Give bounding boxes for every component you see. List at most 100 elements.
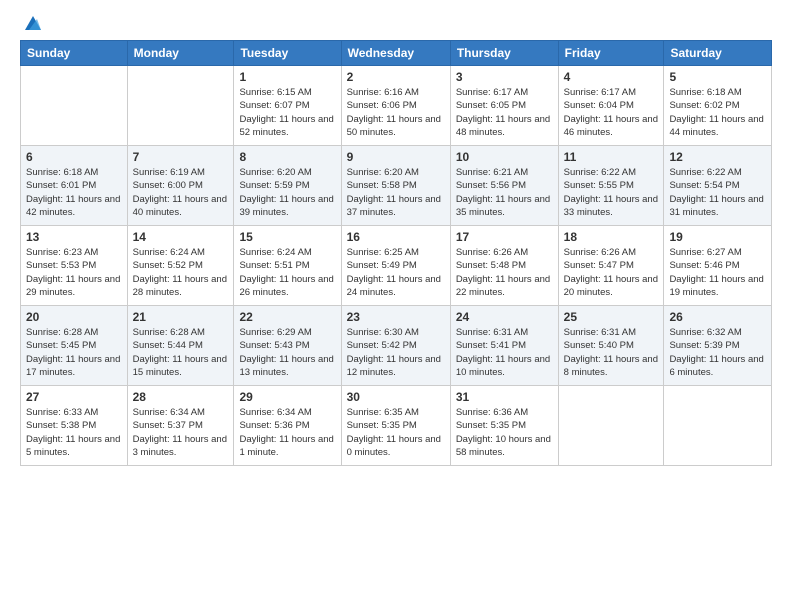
week-row-4: 20Sunrise: 6:28 AMSunset: 5:45 PMDayligh… bbox=[21, 306, 772, 386]
calendar-cell: 13 Sunrise: 6:23 AMSunset: 5:53 PMDayligh… bbox=[21, 226, 128, 306]
day-number: 6 bbox=[26, 150, 122, 164]
calendar-cell: 15 Sunrise: 6:24 AMSunset: 5:51 PMDayligh… bbox=[234, 226, 341, 306]
day-info: Sunrise: 6:35 AMSunset: 5:35 PMDaylight:… bbox=[347, 406, 445, 459]
calendar-cell: 14 Sunrise: 6:24 AMSunset: 5:52 PMDayligh… bbox=[127, 226, 234, 306]
day-number: 10 bbox=[456, 150, 553, 164]
day-number: 27 bbox=[26, 390, 122, 404]
day-info: Sunrise: 6:23 AMSunset: 5:53 PMDaylight:… bbox=[26, 246, 122, 299]
calendar-cell: 2 Sunrise: 6:16 AMSunset: 6:06 PMDaylight… bbox=[341, 66, 450, 146]
day-info: Sunrise: 6:17 AMSunset: 6:04 PMDaylight:… bbox=[564, 86, 659, 139]
calendar-cell: 27Sunrise: 6:33 AMSunset: 5:38 PMDayligh… bbox=[21, 386, 128, 466]
day-info: Sunrise: 6:26 AMSunset: 5:47 PMDaylight:… bbox=[564, 246, 659, 299]
calendar-cell: 6Sunrise: 6:18 AMSunset: 6:01 PMDaylight… bbox=[21, 146, 128, 226]
day-info: Sunrise: 6:22 AMSunset: 5:54 PMDaylight:… bbox=[669, 166, 766, 219]
calendar-cell: 16Sunrise: 6:25 AMSunset: 5:49 PMDayligh… bbox=[341, 226, 450, 306]
calendar-cell: 25 Sunrise: 6:31 AMSunset: 5:40 PMDayligh… bbox=[558, 306, 664, 386]
calendar-cell: 4 Sunrise: 6:17 AMSunset: 6:04 PMDaylight… bbox=[558, 66, 664, 146]
calendar-cell: 30 Sunrise: 6:35 AMSunset: 5:35 PMDayligh… bbox=[341, 386, 450, 466]
day-number: 7 bbox=[133, 150, 229, 164]
day-number: 12 bbox=[669, 150, 766, 164]
day-info: Sunrise: 6:16 AMSunset: 6:06 PMDaylight:… bbox=[347, 86, 445, 139]
calendar-cell: 29 Sunrise: 6:34 AMSunset: 5:36 PMDayligh… bbox=[234, 386, 341, 466]
weekday-header-thursday: Thursday bbox=[450, 41, 558, 66]
day-number: 24 bbox=[456, 310, 553, 324]
day-info: Sunrise: 6:27 AMSunset: 5:46 PMDaylight:… bbox=[669, 246, 766, 299]
day-info: Sunrise: 6:34 AMSunset: 5:36 PMDaylight:… bbox=[239, 406, 335, 459]
day-number: 25 bbox=[564, 310, 659, 324]
day-number: 31 bbox=[456, 390, 553, 404]
day-number: 11 bbox=[564, 150, 659, 164]
day-info: Sunrise: 6:36 AMSunset: 5:35 PMDaylight:… bbox=[456, 406, 553, 459]
day-info: Sunrise: 6:32 AMSunset: 5:39 PMDaylight:… bbox=[669, 326, 766, 379]
calendar-cell: 24 Sunrise: 6:31 AMSunset: 5:41 PMDayligh… bbox=[450, 306, 558, 386]
calendar-cell: 22 Sunrise: 6:29 AMSunset: 5:43 PMDayligh… bbox=[234, 306, 341, 386]
day-info: Sunrise: 6:15 AMSunset: 6:07 PMDaylight:… bbox=[239, 86, 335, 139]
day-number: 15 bbox=[239, 230, 335, 244]
day-number: 22 bbox=[239, 310, 335, 324]
calendar-cell bbox=[21, 66, 128, 146]
day-info: Sunrise: 6:24 AMSunset: 5:52 PMDaylight:… bbox=[133, 246, 229, 299]
day-info: Sunrise: 6:19 AMSunset: 6:00 PMDaylight:… bbox=[133, 166, 229, 219]
day-number: 17 bbox=[456, 230, 553, 244]
week-row-5: 27Sunrise: 6:33 AMSunset: 5:38 PMDayligh… bbox=[21, 386, 772, 466]
calendar-cell: 19 Sunrise: 6:27 AMSunset: 5:46 PMDayligh… bbox=[664, 226, 772, 306]
logo-icon bbox=[23, 14, 41, 32]
week-row-3: 13 Sunrise: 6:23 AMSunset: 5:53 PMDayligh… bbox=[21, 226, 772, 306]
day-info: Sunrise: 6:17 AMSunset: 6:05 PMDaylight:… bbox=[456, 86, 553, 139]
calendar-cell: 3Sunrise: 6:17 AMSunset: 6:05 PMDaylight… bbox=[450, 66, 558, 146]
day-info: Sunrise: 6:24 AMSunset: 5:51 PMDaylight:… bbox=[239, 246, 335, 299]
calendar-cell bbox=[664, 386, 772, 466]
weekday-header-sunday: Sunday bbox=[21, 41, 128, 66]
day-info: Sunrise: 6:31 AMSunset: 5:40 PMDaylight:… bbox=[564, 326, 659, 379]
calendar-cell: 12 Sunrise: 6:22 AMSunset: 5:54 PMDayligh… bbox=[664, 146, 772, 226]
calendar-cell: 10 Sunrise: 6:21 AMSunset: 5:56 PMDayligh… bbox=[450, 146, 558, 226]
calendar-cell bbox=[127, 66, 234, 146]
day-number: 1 bbox=[239, 70, 335, 84]
calendar-cell: 17Sunrise: 6:26 AMSunset: 5:48 PMDayligh… bbox=[450, 226, 558, 306]
day-number: 18 bbox=[564, 230, 659, 244]
day-number: 19 bbox=[669, 230, 766, 244]
day-info: Sunrise: 6:20 AMSunset: 5:59 PMDaylight:… bbox=[239, 166, 335, 219]
day-number: 28 bbox=[133, 390, 229, 404]
day-info: Sunrise: 6:28 AMSunset: 5:44 PMDaylight:… bbox=[133, 326, 229, 379]
day-number: 5 bbox=[669, 70, 766, 84]
day-number: 30 bbox=[347, 390, 445, 404]
day-number: 14 bbox=[133, 230, 229, 244]
page: SundayMondayTuesdayWednesdayThursdayFrid… bbox=[0, 0, 792, 612]
header bbox=[20, 16, 772, 32]
logo bbox=[20, 16, 41, 32]
weekday-header-friday: Friday bbox=[558, 41, 664, 66]
calendar-cell: 26Sunrise: 6:32 AMSunset: 5:39 PMDayligh… bbox=[664, 306, 772, 386]
day-info: Sunrise: 6:34 AMSunset: 5:37 PMDaylight:… bbox=[133, 406, 229, 459]
week-row-2: 6Sunrise: 6:18 AMSunset: 6:01 PMDaylight… bbox=[21, 146, 772, 226]
day-info: Sunrise: 6:29 AMSunset: 5:43 PMDaylight:… bbox=[239, 326, 335, 379]
calendar-cell: 23Sunrise: 6:30 AMSunset: 5:42 PMDayligh… bbox=[341, 306, 450, 386]
day-info: Sunrise: 6:31 AMSunset: 5:41 PMDaylight:… bbox=[456, 326, 553, 379]
day-info: Sunrise: 6:21 AMSunset: 5:56 PMDaylight:… bbox=[456, 166, 553, 219]
day-info: Sunrise: 6:22 AMSunset: 5:55 PMDaylight:… bbox=[564, 166, 659, 219]
day-info: Sunrise: 6:18 AMSunset: 6:02 PMDaylight:… bbox=[669, 86, 766, 139]
calendar-table: SundayMondayTuesdayWednesdayThursdayFrid… bbox=[20, 40, 772, 466]
day-number: 29 bbox=[239, 390, 335, 404]
weekday-header-monday: Monday bbox=[127, 41, 234, 66]
day-number: 9 bbox=[347, 150, 445, 164]
calendar-cell bbox=[558, 386, 664, 466]
day-number: 16 bbox=[347, 230, 445, 244]
weekday-header-wednesday: Wednesday bbox=[341, 41, 450, 66]
day-number: 13 bbox=[26, 230, 122, 244]
day-info: Sunrise: 6:20 AMSunset: 5:58 PMDaylight:… bbox=[347, 166, 445, 219]
day-number: 2 bbox=[347, 70, 445, 84]
weekday-header-row: SundayMondayTuesdayWednesdayThursdayFrid… bbox=[21, 41, 772, 66]
calendar-cell: 1 Sunrise: 6:15 AMSunset: 6:07 PMDaylight… bbox=[234, 66, 341, 146]
calendar-cell: 21 Sunrise: 6:28 AMSunset: 5:44 PMDayligh… bbox=[127, 306, 234, 386]
weekday-header-saturday: Saturday bbox=[664, 41, 772, 66]
day-number: 4 bbox=[564, 70, 659, 84]
day-number: 20 bbox=[26, 310, 122, 324]
calendar-cell: 31 Sunrise: 6:36 AMSunset: 5:35 PMDayligh… bbox=[450, 386, 558, 466]
calendar-cell: 20Sunrise: 6:28 AMSunset: 5:45 PMDayligh… bbox=[21, 306, 128, 386]
calendar-cell: 8Sunrise: 6:20 AMSunset: 5:59 PMDaylight… bbox=[234, 146, 341, 226]
weekday-header-tuesday: Tuesday bbox=[234, 41, 341, 66]
calendar-cell: 11 Sunrise: 6:22 AMSunset: 5:55 PMDayligh… bbox=[558, 146, 664, 226]
day-number: 21 bbox=[133, 310, 229, 324]
calendar-cell: 18 Sunrise: 6:26 AMSunset: 5:47 PMDayligh… bbox=[558, 226, 664, 306]
